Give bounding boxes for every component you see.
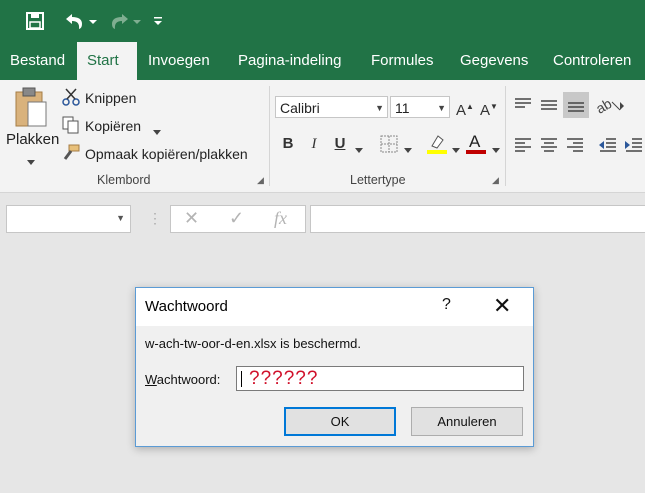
password-label-accesskey: W (145, 372, 157, 387)
tab-gegevens[interactable]: Gegevens (450, 42, 538, 80)
close-button[interactable]: ✕ (493, 293, 511, 319)
chevron-down-icon: ▼ (116, 213, 125, 223)
scissors-icon (62, 88, 80, 109)
cut-button[interactable]: Knippen (85, 90, 136, 106)
highlight-dropdown-arrow-icon[interactable] (452, 142, 460, 157)
font-size-value: 11 (395, 100, 410, 116)
font-name-combo[interactable]: Calibri ▼ (275, 96, 388, 118)
ribbon: Plakken Knippen Kopiëren Opmaak kopiëren… (0, 80, 645, 193)
dialog-message: w-ach-tw-oor-d-en.xlsx is beschermd. (145, 336, 362, 351)
copy-icon (62, 116, 80, 137)
ok-button[interactable]: OK (284, 407, 396, 436)
tab-start[interactable]: Start (77, 42, 137, 80)
copy-button[interactable]: Kopiëren (85, 118, 141, 134)
formula-bar-grip-icon: ⋮ (148, 210, 162, 226)
format-painter-icon (62, 144, 80, 165)
enter-formula-icon[interactable]: ✓ (229, 208, 244, 229)
clipboard-group-label: Klembord (97, 173, 151, 187)
tab-bestand[interactable]: Bestand (0, 42, 75, 80)
grow-font-icon[interactable]: A▲ (456, 96, 474, 119)
svg-text:A: A (469, 132, 481, 151)
font-size-combo[interactable]: 11 ▼ (390, 96, 450, 118)
svg-text:ab: ab (596, 95, 615, 116)
shrink-font-icon[interactable]: A▼ (480, 96, 498, 119)
name-box[interactable]: ▼ (6, 205, 131, 233)
highlight-color-icon[interactable] (426, 132, 448, 159)
chevron-down-icon: ▼ (437, 103, 446, 113)
align-middle-icon[interactable] (539, 96, 559, 117)
password-label: Wachtwoord: (145, 372, 220, 387)
font-name-value: Calibri (280, 100, 320, 116)
password-dialog: Wachtwoord ? ✕ w-ach-tw-oor-d-en.xlsx is… (135, 287, 534, 447)
redo-icon[interactable] (104, 8, 144, 34)
insert-function-icon[interactable]: fx (274, 208, 287, 229)
underline-button[interactable]: U (331, 133, 349, 155)
increase-indent-icon[interactable] (624, 136, 644, 157)
paste-button[interactable]: Plakken (6, 131, 59, 148)
font-launcher-icon[interactable]: ◢ (492, 176, 501, 185)
customize-qat-icon[interactable] (150, 8, 166, 34)
group-separator (269, 86, 270, 186)
undo-icon[interactable] (60, 8, 100, 34)
chevron-down-icon: ▼ (375, 103, 384, 113)
formula-buttons: ✕ ✓ fx (170, 205, 306, 233)
format-painter-button[interactable]: Opmaak kopiëren/plakken (85, 146, 248, 162)
underline-dropdown-arrow-icon[interactable] (355, 142, 363, 157)
paste-dropdown-arrow-icon[interactable] (27, 154, 35, 169)
quick-access-toolbar (0, 0, 645, 42)
tab-formules[interactable]: Formules (361, 42, 444, 80)
align-center-icon[interactable] (539, 136, 559, 157)
group-separator (505, 86, 506, 186)
paste-icon[interactable] (14, 86, 50, 133)
tab-controleren[interactable]: Controleren (543, 42, 641, 80)
dialog-title-bar: Wachtwoord ? ✕ (136, 288, 533, 326)
cancel-button[interactable]: Annuleren (411, 407, 523, 436)
ribbon-tabs: Bestand Start Invoegen Pagina-indeling F… (0, 42, 645, 80)
italic-button[interactable]: I (305, 133, 323, 155)
font-group-label: Lettertype (350, 173, 406, 187)
align-right-icon[interactable] (565, 136, 585, 157)
formula-input[interactable] (310, 205, 645, 233)
borders-dropdown-arrow-icon[interactable] (404, 142, 412, 157)
font-color-dropdown-arrow-icon[interactable] (492, 142, 500, 157)
password-input-value: ?????? (249, 368, 319, 389)
font-color-icon[interactable]: A (465, 130, 487, 159)
cancel-formula-icon[interactable]: ✕ (184, 208, 199, 229)
dialog-title: Wachtwoord (145, 298, 228, 315)
clipboard-launcher-icon[interactable]: ◢ (257, 176, 266, 185)
copy-dropdown-arrow-icon[interactable] (153, 124, 161, 139)
password-input[interactable]: ?????? (236, 366, 524, 391)
password-label-text: achtwoord: (156, 372, 221, 387)
borders-icon[interactable] (380, 135, 398, 156)
tab-pagina-indeling[interactable]: Pagina-indeling (228, 42, 351, 80)
help-button[interactable]: ? (442, 296, 451, 314)
text-caret (241, 371, 242, 387)
save-icon[interactable] (22, 8, 48, 34)
align-left-icon[interactable] (513, 136, 533, 157)
align-bottom-icon[interactable] (563, 92, 589, 121)
bold-button[interactable]: B (279, 133, 297, 155)
orientation-icon[interactable]: ab (593, 94, 628, 119)
formula-bar: ▼ ⋮ ✕ ✓ fx (0, 193, 645, 243)
align-top-icon[interactable] (513, 96, 533, 117)
tab-invoegen[interactable]: Invoegen (138, 42, 220, 80)
decrease-indent-icon[interactable] (598, 136, 618, 157)
